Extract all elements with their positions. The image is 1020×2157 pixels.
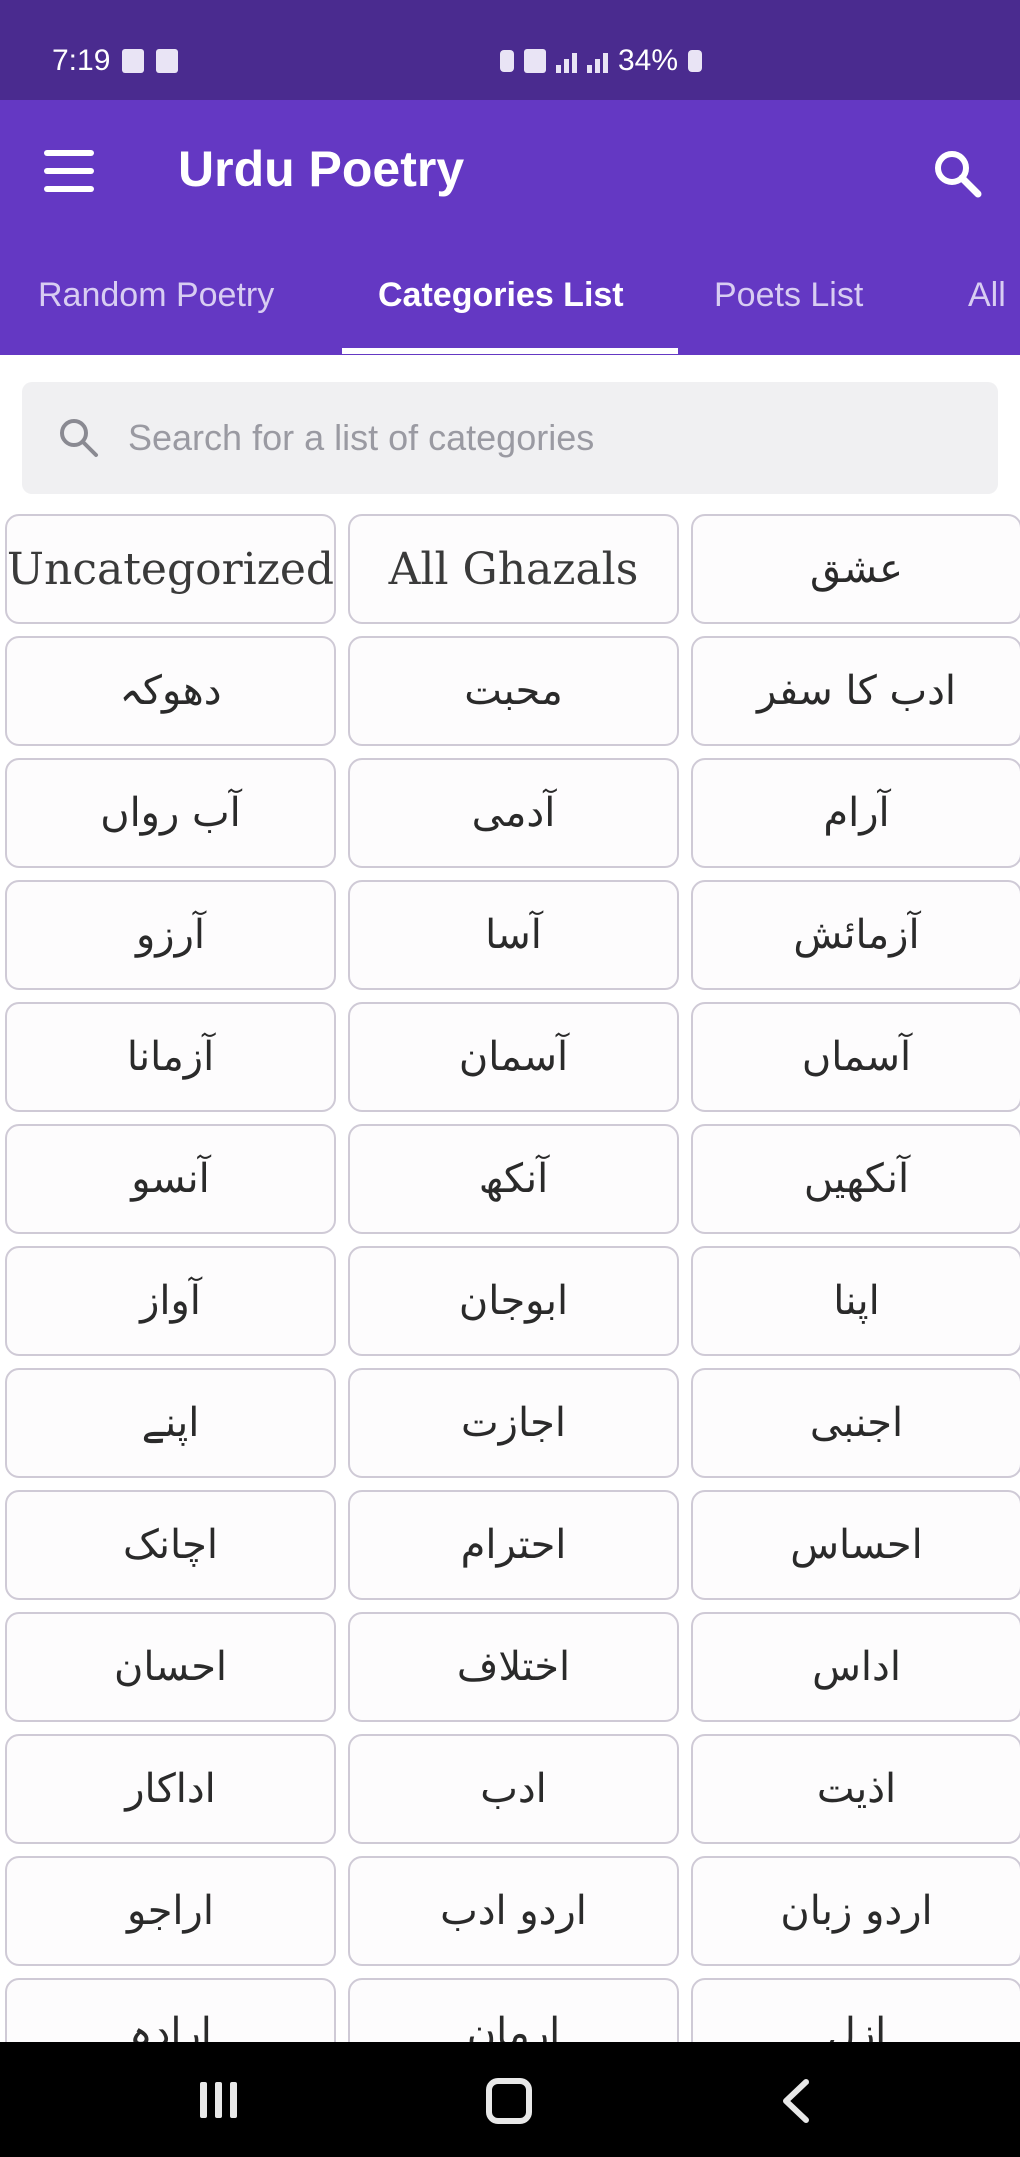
battery-icon <box>688 50 703 72</box>
status-time: 7:19 <box>52 44 111 77</box>
category-item[interactable]: محبت <box>348 636 679 746</box>
search-field-icon <box>60 419 98 457</box>
system-nav-bar <box>0 2042 1020 2157</box>
wifi-icon <box>524 49 546 73</box>
tab-random-poetry[interactable]: Random Poetry <box>38 276 274 315</box>
category-item[interactable]: آنکھ <box>348 1124 679 1234</box>
category-item[interactable]: آسمان <box>348 1002 679 1112</box>
category-item[interactable]: اذیت <box>691 1734 1020 1844</box>
alarm-icon <box>500 50 514 72</box>
category-item[interactable]: آنسو <box>5 1124 336 1234</box>
category-item[interactable]: All Ghazals <box>348 514 679 624</box>
back-icon[interactable] <box>776 2076 816 2126</box>
status-left: 7:19 <box>52 44 179 78</box>
category-item[interactable]: Uncategorized <box>5 514 336 624</box>
tab-all[interactable]: All <box>968 276 1006 315</box>
category-item[interactable]: ادب کا سفر <box>691 636 1020 746</box>
category-item[interactable]: اداس <box>691 1612 1020 1722</box>
category-item[interactable]: احساس <box>691 1490 1020 1600</box>
person-notification-icon <box>156 49 179 73</box>
battery-text: 34% <box>618 44 679 77</box>
category-item[interactable]: اداکار <box>5 1734 336 1844</box>
category-item[interactable]: ارمان <box>348 1978 679 2042</box>
recent-apps-icon[interactable] <box>200 2082 237 2118</box>
categories-grid-area: Uncategorized All Ghazals عشق دھوکہ محبت ادب … <box>0 514 1020 2042</box>
category-item[interactable]: ادب <box>348 1734 679 1844</box>
category-item[interactable]: آرزو <box>5 880 336 990</box>
signal-icon-2 <box>587 49 608 73</box>
search-icon[interactable] <box>930 146 986 202</box>
tab-indicator <box>342 348 678 354</box>
category-item[interactable]: دھوکہ <box>5 636 336 746</box>
category-item[interactable]: اختلاف <box>348 1612 679 1722</box>
category-item[interactable]: اپنے <box>5 1368 336 1478</box>
tab-bar: Random Poetry Categories List Poets List… <box>0 262 1020 354</box>
category-item[interactable]: آواز <box>5 1246 336 1356</box>
category-item[interactable]: آزمانا <box>5 1002 336 1112</box>
category-item[interactable]: آسا <box>348 880 679 990</box>
category-item[interactable]: ابوجان <box>348 1246 679 1356</box>
category-item[interactable]: اردو زبان <box>691 1856 1020 1966</box>
app-title: Urdu Poetry <box>178 141 465 197</box>
status-bar: 7:19 34% <box>0 0 1020 100</box>
category-item[interactable]: عشق <box>691 514 1020 624</box>
tab-poets-list[interactable]: Poets List <box>714 276 863 315</box>
category-item[interactable]: احسان <box>5 1612 336 1722</box>
category-item[interactable]: اجنبی <box>691 1368 1020 1478</box>
category-item[interactable]: احترام <box>348 1490 679 1600</box>
category-item[interactable]: آب رواں <box>5 758 336 868</box>
category-search-input[interactable] <box>128 417 948 459</box>
category-item[interactable]: اجازت <box>348 1368 679 1478</box>
categories-grid: Uncategorized All Ghazals عشق دھوکہ محبت ادب … <box>0 514 1020 2042</box>
category-item[interactable]: آدمی <box>348 758 679 868</box>
tab-categories-list[interactable]: Categories List <box>378 276 624 315</box>
category-item[interactable]: ازل <box>691 1978 1020 2042</box>
category-item[interactable]: آرام <box>691 758 1020 868</box>
home-icon[interactable] <box>486 2078 532 2124</box>
category-item[interactable]: اپنا <box>691 1246 1020 1356</box>
category-item[interactable]: آزمائش <box>691 880 1020 990</box>
signal-icon <box>556 49 577 73</box>
category-item[interactable]: اردو ادب <box>348 1856 679 1966</box>
hamburger-menu-icon[interactable] <box>44 150 94 192</box>
category-item[interactable]: اچانک <box>5 1490 336 1600</box>
category-search-box[interactable] <box>22 382 998 494</box>
category-item[interactable]: آنکھیں <box>691 1124 1020 1234</box>
status-right: 34% <box>500 44 703 78</box>
category-item[interactable]: آسماں <box>691 1002 1020 1112</box>
gallery-notification-icon <box>122 49 145 73</box>
category-item[interactable]: اراجو <box>5 1856 336 1966</box>
category-item[interactable]: ارادہ <box>5 1978 336 2042</box>
